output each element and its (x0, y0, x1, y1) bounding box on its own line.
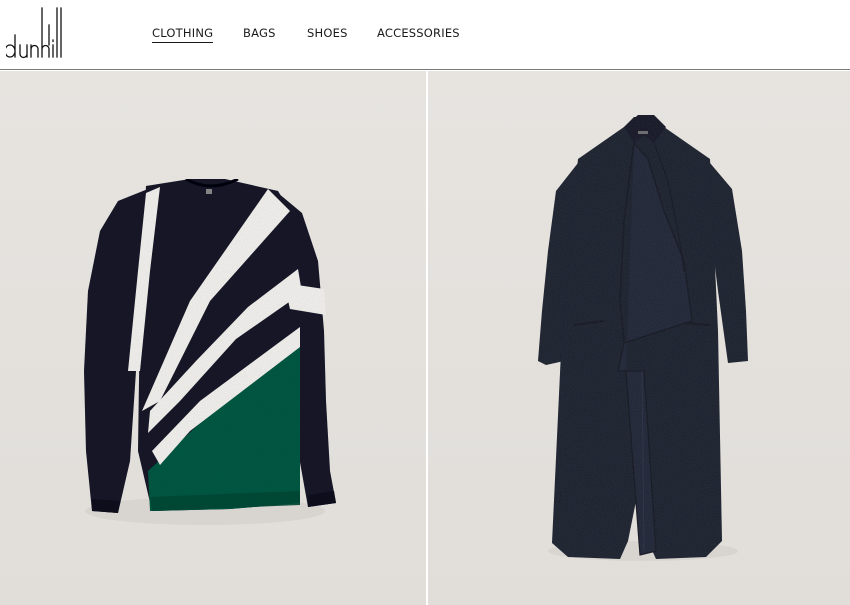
dunhill-logo-mark (6, 7, 62, 59)
nav-clothing[interactable]: CLOTHING (152, 26, 214, 43)
coat-image (538, 115, 748, 561)
product-gallery (0, 71, 850, 605)
nav-accessories[interactable]: ACCESSORIES (377, 26, 460, 40)
product-tile-coat[interactable] (428, 71, 850, 605)
nav-shoes[interactable]: SHOES (307, 26, 348, 40)
sweater-image (84, 177, 336, 525)
product-tile-sweater[interactable] (0, 71, 426, 605)
site-header: CLOTHING BAGS SHOES ACCESSORIES (0, 0, 850, 70)
dunhill-logo[interactable] (6, 5, 70, 59)
nav-bags[interactable]: BAGS (243, 26, 276, 40)
